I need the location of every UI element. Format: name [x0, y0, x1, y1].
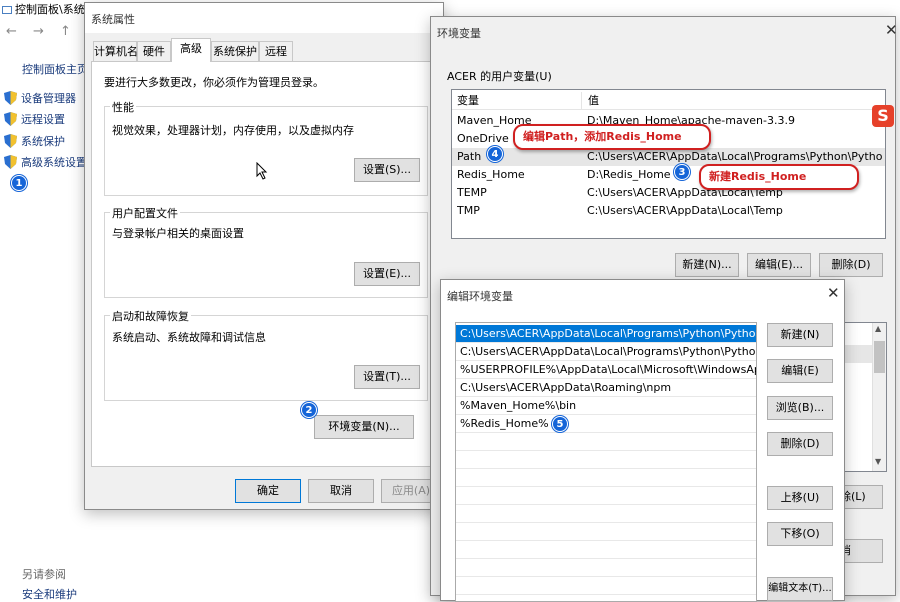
step-badge-4: 4	[487, 146, 503, 162]
control-panel-title: 控制面板\系统和	[2, 1, 88, 17]
edit-text-button[interactable]: 编辑文本(T)...	[767, 577, 833, 601]
list-item[interactable]: C:\Users\ACER\AppData\Local\Programs\Pyt…	[456, 343, 756, 361]
startup-recovery-label: 启动和故障恢复	[110, 308, 191, 324]
close-icon[interactable]: ✕	[827, 284, 840, 302]
advanced-system-settings-link[interactable]: 高级系统设置	[4, 154, 87, 170]
list-item-empty[interactable]	[456, 577, 756, 595]
ok-button[interactable]: 确定	[235, 479, 301, 503]
mouse-cursor-icon	[256, 162, 268, 180]
advanced-tab-panel: 要进行大多数更改，你必须作为管理员登录。 性能 视觉效果，处理器计划，内存使用，…	[91, 61, 437, 467]
cancel-button[interactable]: 取消	[308, 479, 374, 503]
list-item[interactable]: %USERPROFILE%\AppData\Local\Microsoft\Wi…	[456, 361, 756, 379]
list-item-empty[interactable]	[456, 523, 756, 541]
shield-icon	[4, 112, 17, 126]
sogou-ime-icon[interactable]: S	[872, 105, 894, 127]
performance-group	[104, 106, 428, 196]
computer-icon	[2, 6, 12, 14]
system-properties-titlebar: 系统属性	[85, 3, 443, 33]
list-item[interactable]: C:\Users\ACER\AppData\Roaming\npm	[456, 379, 756, 397]
callout-edit-path: 编辑Path，添加Redis_Home	[513, 124, 711, 150]
list-item-empty[interactable]	[456, 559, 756, 577]
tab-hardware[interactable]: 硬件	[137, 41, 171, 61]
table-row[interactable]: TMP C:\Users\ACER\AppData\Local\Temp	[452, 202, 885, 220]
performance-settings-button[interactable]: 设置(S)...	[354, 158, 420, 182]
nav-arrows[interactable]: ← → ↑	[6, 24, 77, 39]
see-also-heading: 另请参阅	[22, 568, 66, 581]
callout-new-redis-home: 新建Redis_Home	[699, 164, 859, 190]
entry-edit-button[interactable]: 编辑(E)	[767, 359, 833, 383]
user-edit-button[interactable]: 编辑(E)...	[747, 253, 811, 277]
list-item-empty[interactable]	[456, 469, 756, 487]
list-item-empty[interactable]	[456, 487, 756, 505]
user-profile-label: 用户配置文件	[110, 205, 180, 221]
system-properties-dialog: 系统属性 计算机名 硬件 高级 系统保护 远程 要进行大多数更改，你必须作为管理…	[84, 2, 444, 510]
control-panel-window: 控制面板\系统和 ← → ↑ 控制面板主页 设备管理器 远程设置 系统保护 高级…	[0, 0, 90, 601]
entry-new-button[interactable]: 新建(N)	[767, 323, 833, 347]
tab-system-protection[interactable]: 系统保护	[211, 41, 259, 61]
shield-icon	[4, 155, 17, 169]
list-item[interactable]: %Maven_Home%\bin	[456, 397, 756, 415]
entry-delete-button[interactable]: 删除(D)	[767, 432, 833, 456]
column-value[interactable]: 值	[581, 92, 599, 110]
list-item[interactable]: %Redis_Home%	[456, 415, 756, 433]
close-icon[interactable]: ✕	[885, 21, 898, 39]
tab-computer-name[interactable]: 计算机名	[93, 41, 138, 61]
control-panel-home-link[interactable]: 控制面板主页	[22, 61, 88, 77]
startup-settings-button[interactable]: 设置(T)...	[354, 365, 420, 389]
list-item-empty[interactable]	[456, 505, 756, 523]
env-titlebar: 环境变量 ✕	[431, 17, 898, 47]
dialog-title: 环境变量	[437, 27, 481, 40]
list-item-empty[interactable]	[456, 451, 756, 469]
performance-desc: 视觉效果，处理器计划，内存使用，以及虚拟内存	[112, 124, 354, 137]
shield-icon	[4, 134, 17, 148]
startup-recovery-desc: 系统启动、系统故障和调试信息	[112, 331, 266, 344]
security-maintenance-link[interactable]: 安全和维护	[22, 586, 77, 602]
scrollbar[interactable]: ▼ ▲	[872, 323, 886, 471]
dialog-title: 编辑环境变量	[447, 290, 513, 303]
entry-browse-button[interactable]: 浏览(B)...	[767, 396, 833, 420]
user-variables-label: ACER 的用户变量(U)	[447, 70, 552, 83]
edit-environment-variable-dialog: 编辑环境变量 ✕ C:\Users\ACER\AppData\Local\Pro…	[440, 279, 845, 602]
entry-move-up-button[interactable]: 上移(U)	[767, 486, 833, 510]
table-header: 变量 值	[452, 92, 885, 110]
list-item-empty[interactable]	[456, 433, 756, 451]
shield-icon	[4, 91, 17, 105]
user-delete-button[interactable]: 删除(D)	[819, 253, 883, 277]
column-variable[interactable]: 变量	[457, 92, 479, 110]
step-badge-3: 3	[674, 164, 690, 180]
step-badge-1: 1	[11, 175, 27, 191]
remote-settings-link[interactable]: 远程设置	[4, 111, 65, 127]
list-item-empty[interactable]	[456, 541, 756, 559]
admin-note: 要进行大多数更改，你必须作为管理员登录。	[104, 76, 324, 89]
system-protection-link[interactable]: 系统保护	[4, 133, 65, 149]
edit-env-titlebar: 编辑环境变量 ✕	[441, 280, 844, 310]
user-new-button[interactable]: 新建(N)...	[675, 253, 739, 277]
user-profile-settings-button[interactable]: 设置(E)...	[354, 262, 420, 286]
performance-label: 性能	[110, 99, 136, 115]
path-entries-list[interactable]: C:\Users\ACER\AppData\Local\Programs\Pyt…	[455, 322, 757, 602]
entry-move-down-button[interactable]: 下移(O)	[767, 522, 833, 546]
tab-remote[interactable]: 远程	[259, 41, 293, 61]
step-badge-5: 5	[552, 416, 568, 432]
list-item-selected[interactable]: C:\Users\ACER\AppData\Local\Programs\Pyt…	[456, 325, 756, 343]
step-badge-2: 2	[301, 402, 317, 418]
tab-advanced[interactable]: 高级	[171, 38, 211, 62]
device-manager-link[interactable]: 设备管理器	[4, 90, 76, 106]
dialog-title: 系统属性	[91, 13, 135, 26]
environment-variables-button[interactable]: 环境变量(N)...	[314, 415, 414, 439]
user-profile-desc: 与登录帐户相关的桌面设置	[112, 227, 244, 240]
